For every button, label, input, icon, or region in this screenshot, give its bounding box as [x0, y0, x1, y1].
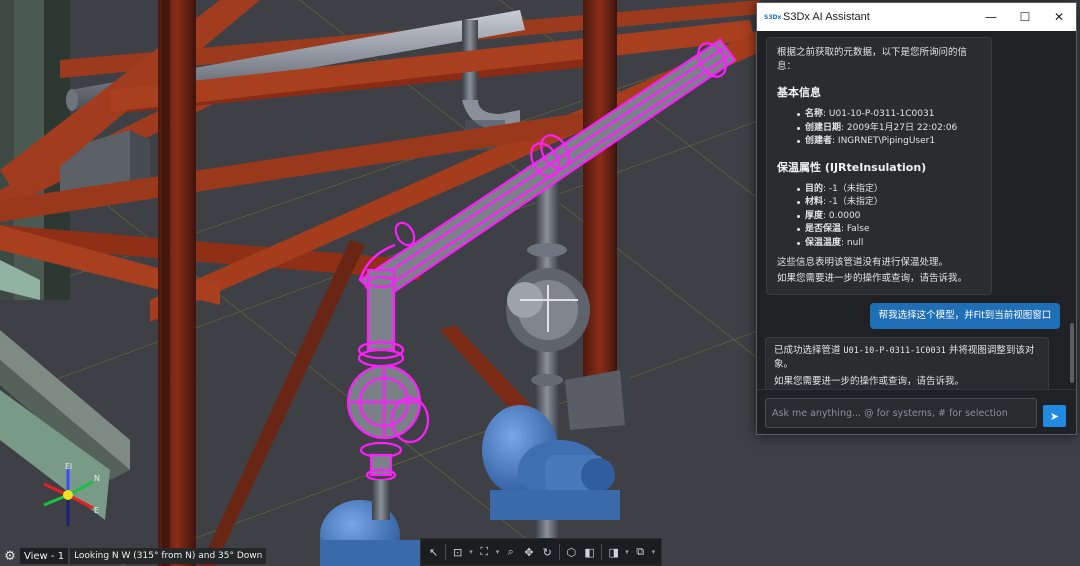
list-item: 保温温度: null	[797, 237, 981, 251]
message-conclusion: 这些信息表明该管道没有进行保温处理。	[777, 257, 949, 268]
gear-icon[interactable]: ⚙	[0, 546, 20, 566]
window-title: S3Dx AI Assistant	[783, 11, 870, 23]
list-item: 材料: -1（未指定）	[797, 196, 981, 210]
chat-input-area: ➤	[757, 389, 1076, 434]
view-name[interactable]: View - 1	[20, 548, 69, 564]
chat-history[interactable]: 根据之前获取的元数据，以下是您所询问的信息： 基本信息 名称: U01-10-P…	[757, 31, 1076, 389]
chat-input[interactable]	[765, 398, 1037, 428]
view-status-bar: ⚙ View - 1 Looking N W (315° from N) and…	[0, 546, 267, 566]
send-button[interactable]: ➤	[1043, 405, 1066, 427]
app-logo-icon: S3Dx	[764, 13, 782, 21]
message-followup: 如果您需要进一步的操作或查询，请告诉我。	[774, 376, 965, 387]
axis-triad: El N E	[38, 460, 108, 530]
toolbar-separator	[558, 544, 560, 560]
minimize-button[interactable]: —	[974, 3, 1008, 31]
section-heading-insulation: 保温属性 (IJRteInsulation)	[777, 160, 927, 174]
zoom-icon[interactable]: ⌕	[502, 541, 519, 563]
select-icon[interactable]: ↖	[425, 541, 442, 563]
assistant-message: 已成功选择管道 U01-10-P-0311-1C0031 并将视图调整到该对象。…	[765, 337, 1049, 389]
list-item: 是否保温: False	[797, 223, 981, 237]
clip-icon[interactable]: ◨	[605, 541, 622, 563]
chevron-down-icon[interactable]: ▾	[467, 541, 474, 563]
toolbar-separator	[601, 544, 603, 560]
chevron-down-icon[interactable]: ▾	[650, 541, 657, 563]
shaded-icon[interactable]: ◧	[581, 541, 598, 563]
cube-view-icon[interactable]: ⬡	[563, 541, 580, 563]
chevron-down-icon[interactable]: ▾	[494, 541, 501, 563]
list-item: 目的: -1（未指定）	[797, 183, 981, 197]
zoom-area-icon[interactable]: ⛶	[476, 541, 493, 563]
close-button[interactable]: ✕	[1042, 3, 1076, 31]
list-item: 创建者: INGRNET\PipingUser1	[797, 135, 981, 149]
assistant-message: 根据之前获取的元数据，以下是您所询问的信息： 基本信息 名称: U01-10-P…	[766, 37, 992, 295]
chevron-down-icon[interactable]: ▾	[623, 541, 630, 563]
fit-icon[interactable]: ⊡	[449, 541, 466, 563]
message-intro: 根据之前获取的元数据，以下是您所询问的信息：	[777, 47, 968, 72]
rotate-icon[interactable]: ↻	[539, 541, 556, 563]
chat-scrollbar[interactable]	[1070, 323, 1074, 383]
triad-up-label: El	[65, 462, 73, 471]
list-item: 厚度: 0.0000	[797, 210, 981, 224]
assistant-window: S3Dx S3Dx AI Assistant — ☐ ✕ 根据之前获取的元数据，…	[756, 2, 1077, 435]
section-heading-basic: 基本信息	[777, 86, 821, 99]
list-item: 创建日期: 2009年1月27日 22:02:06	[797, 122, 981, 136]
message-result: 已成功选择管道 U01-10-P-0311-1C0031 并将视图调整到该对象。	[774, 345, 1035, 370]
pipe-id: U01-10-P-0311-1C0031	[843, 346, 946, 356]
insulation-list: 目的: -1（未指定） 材料: -1（未指定） 厚度: 0.0000 是否保温:…	[797, 183, 981, 251]
triad-east-label: E	[94, 506, 100, 515]
message-followup: 如果您需要进一步的操作或查询，请告诉我。	[777, 273, 968, 284]
user-message: 帮我选择这个模型，并Fit到当前视图窗口	[870, 303, 1060, 329]
window-controls: — ☐ ✕	[974, 3, 1076, 31]
toolbar-separator	[445, 544, 447, 560]
send-icon: ➤	[1049, 409, 1060, 423]
basic-info-list: 名称: U01-10-P-0311-1C0031 创建日期: 2009年1月27…	[797, 108, 981, 149]
view-toolbar: ↖ ⊡ ▾ ⛶ ▾ ⌕ ✥ ↻ ⬡ ◧ ◨ ▾ ⧉ ▾	[420, 538, 662, 566]
triad-north-label: N	[94, 474, 100, 483]
view-description: Looking N W (315° from N) and 35° Down	[70, 548, 267, 564]
assistant-titlebar[interactable]: S3Dx S3Dx AI Assistant — ☐ ✕	[757, 3, 1076, 31]
clip-box-icon[interactable]: ⧉	[632, 541, 649, 563]
maximize-button[interactable]: ☐	[1008, 3, 1042, 31]
list-item: 名称: U01-10-P-0311-1C0031	[797, 108, 981, 122]
pan-icon[interactable]: ✥	[520, 541, 537, 563]
